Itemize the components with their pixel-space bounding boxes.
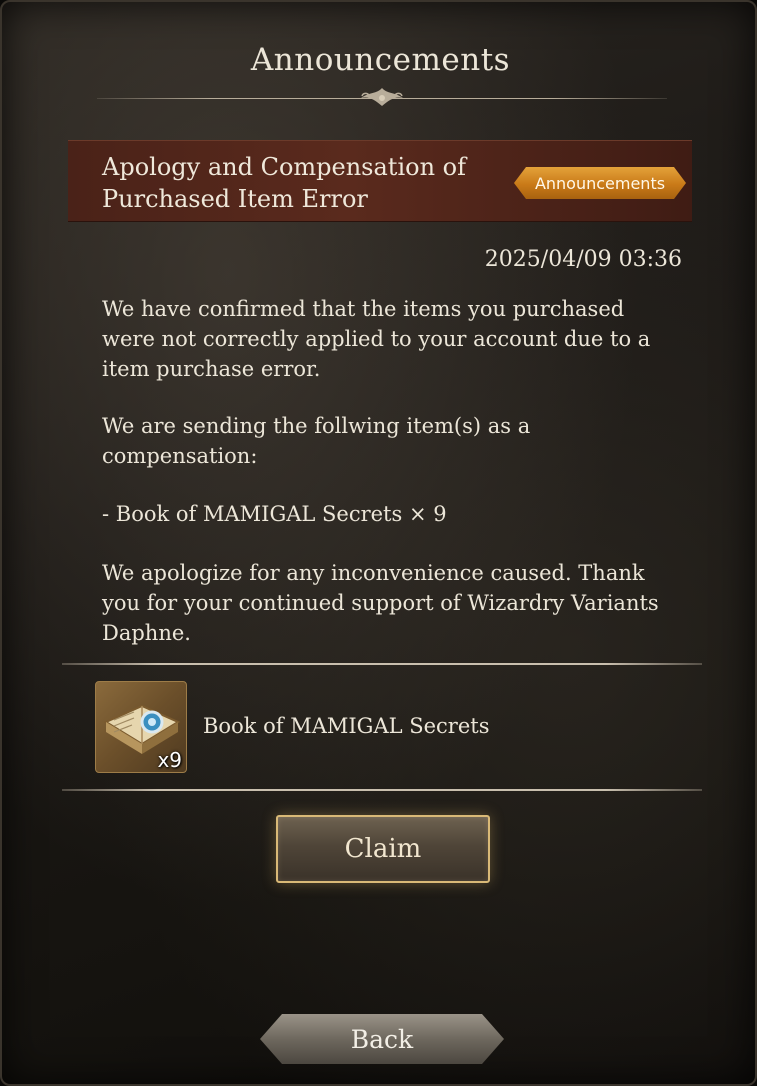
announcement-dialog: Announcements Apology and Compensation o… (0, 0, 757, 1086)
article-title: Apology and Compensation of Purchased It… (102, 151, 502, 215)
flourish-ornament-icon (361, 88, 403, 106)
reward-item-icon[interactable]: x9 (95, 681, 187, 773)
claim-button[interactable]: Claim (276, 815, 490, 883)
body-paragraph: We have confirmed that the items you pur… (102, 297, 651, 381)
dialog-title: Announcements (250, 42, 511, 78)
article-title-line-1: Apology and Compensation of (102, 153, 466, 181)
body-paragraph: - Book of MAMIGAL Secrets × 9 (102, 502, 447, 526)
reward-quantity: x9 (157, 748, 182, 772)
category-tag: Announcements (514, 167, 686, 199)
reward-item-name: Book of MAMIGAL Secrets (203, 714, 490, 738)
reward-divider-top (62, 663, 702, 665)
back-button[interactable]: Back (260, 1014, 504, 1064)
body-paragraph: We apologize for any inconvenience cause… (102, 561, 659, 645)
article-date: 2025/04/09 03:36 (484, 247, 682, 272)
reward-divider-bottom (62, 789, 702, 791)
body-paragraph: We are sending the follwing item(s) as a… (102, 414, 531, 468)
article-title-line-2: Purchased Item Error (102, 185, 368, 213)
